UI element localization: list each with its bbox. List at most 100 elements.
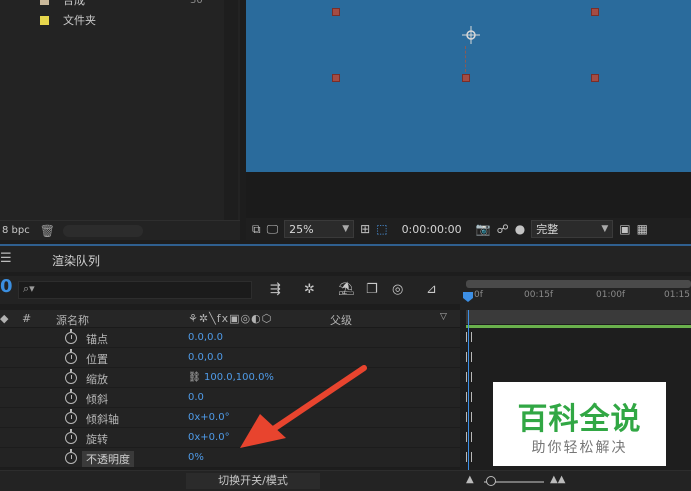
thumbnail-size-slider[interactable] xyxy=(62,224,143,237)
graph-editor-icon[interactable]: ⊿ xyxy=(426,282,437,297)
viewer-toolbar: ⧉ 🖵 25% ▼ ⊞ ⬚ 0:00:00:00 📷 ☍ ● 完整 ▼ ▣ ▦ xyxy=(246,218,691,240)
anchor-guide-line xyxy=(465,46,467,72)
project-panel: 合成 30 文件夹 8 bpc 🗑 xyxy=(0,0,240,240)
property-value[interactable]: 0% xyxy=(188,452,204,463)
watermark-logo: 百科全说 助你轻松解决 xyxy=(493,382,666,466)
folder-label-swatch xyxy=(40,15,49,25)
red-arrow-annotation xyxy=(240,365,367,448)
zoom-out-mountain-icon[interactable]: ▲ xyxy=(466,474,474,485)
chevron-down-icon: ▼ xyxy=(601,224,609,234)
stopwatch-icon[interactable] xyxy=(65,369,77,384)
composition-label-swatch xyxy=(40,0,49,5)
project-footer: 8 bpc 🗑 xyxy=(0,220,240,240)
property-row-anchor[interactable]: 锚点 0.0,0.0 xyxy=(0,328,460,348)
toggle-switches-modes-button[interactable]: 切换开关/模式 xyxy=(186,473,320,489)
property-name: 不透明度 xyxy=(82,451,134,467)
panel-menu-icon[interactable]: ☰ xyxy=(0,251,12,266)
viewer-timecode[interactable]: 0:00:00:00 xyxy=(402,223,462,236)
draft-3d-icon[interactable]: ✲ xyxy=(304,282,315,297)
column-parent[interactable]: 父级 xyxy=(330,312,352,328)
resolution-value: 完整 xyxy=(536,223,559,236)
cache-indicator-bar xyxy=(466,325,691,328)
snapshot-camera-icon[interactable]: 📷 xyxy=(476,222,491,236)
property-value[interactable]: 0.0,0.0 xyxy=(188,352,223,363)
column-source-name[interactable]: 源名称 xyxy=(56,312,89,328)
keyframe-marker xyxy=(466,372,472,382)
composition-flowchart-icon[interactable]: ⇶ xyxy=(270,282,281,297)
time-navigator-bar[interactable] xyxy=(466,280,691,288)
bounding-handle-bottom-left[interactable] xyxy=(332,74,340,82)
project-item-list: 合成 30 文件夹 xyxy=(0,0,222,220)
composition-canvas[interactable] xyxy=(246,0,691,172)
monitor-icon[interactable]: 🖵 xyxy=(267,222,279,237)
bounding-handle-bottom-center[interactable] xyxy=(462,74,470,82)
keyframe-marker xyxy=(466,432,472,442)
stopwatch-icon[interactable] xyxy=(65,429,77,444)
keyframe-marker xyxy=(466,452,472,462)
zoom-select[interactable]: 25% ▼ xyxy=(284,220,355,238)
column-hash[interactable]: # xyxy=(22,312,31,325)
transparency-grid-icon[interactable]: ▦ xyxy=(637,222,648,236)
watermark-subtitle: 助你轻松解决 xyxy=(531,440,628,456)
timeline-zoom-knob[interactable] xyxy=(486,476,496,486)
stopwatch-icon[interactable] xyxy=(65,389,77,404)
project-item-name: 合成 xyxy=(63,0,85,7)
current-time-display[interactable]: 0 xyxy=(0,276,13,297)
keyframe-marker xyxy=(466,352,472,362)
zoom-in-mountain-icon[interactable]: ▲▲ xyxy=(550,474,565,485)
keyframe-marker xyxy=(466,332,472,342)
anchor-point-icon[interactable] xyxy=(462,26,480,44)
constrain-proportions-link-icon[interactable]: ⛓ xyxy=(188,372,201,383)
watermark-title: 百科全说 xyxy=(517,402,642,437)
keyframe-marker xyxy=(466,392,472,402)
ruler-tick-label: 0f xyxy=(474,290,483,300)
composition-viewer: ⧉ 🖵 25% ▼ ⊞ ⬚ 0:00:00:00 📷 ☍ ● 完整 ▼ ▣ ▦ xyxy=(246,0,691,240)
grid-guides-icon[interactable]: ⊞ xyxy=(360,222,370,236)
work-area-bar[interactable] xyxy=(466,310,691,324)
property-name: 缩放 xyxy=(86,373,108,386)
property-value[interactable]: 0.0 xyxy=(188,392,204,403)
resolution-select[interactable]: 完整 ▼ xyxy=(531,220,614,238)
time-ruler[interactable]: 0f 00:15f 01:00f 01:15 xyxy=(460,276,691,310)
project-item-name: 文件夹 xyxy=(63,14,96,27)
color-channels-icon[interactable]: ● xyxy=(515,222,525,236)
bounding-handle-top-right[interactable] xyxy=(591,8,599,16)
tab-render-queue[interactable]: 渲染队列 xyxy=(52,252,100,269)
project-item-folder[interactable]: 文件夹 xyxy=(0,11,222,29)
chevron-down-icon[interactable]: ▽ xyxy=(440,312,447,322)
project-item-composition[interactable]: 合成 30 xyxy=(0,0,222,9)
project-scrollbar[interactable] xyxy=(224,0,238,220)
layer-search-input[interactable]: ⌕▾ xyxy=(18,281,252,299)
property-value[interactable]: 0.0,0.0 xyxy=(188,332,223,343)
project-item-count: 30 xyxy=(190,0,203,6)
ruler-tick-label: 01:15 xyxy=(664,290,690,300)
timeline-search-row: 0 ⌕▾ ⇶ ✲ ⛱ ❐ ◎ ⊿ xyxy=(0,276,460,304)
search-icon: ⌕▾ xyxy=(23,282,35,295)
layer-column-header: ◆ # 源名称 ⚘✲╲fx▣◎◐⬡ 父级 ▽ xyxy=(0,310,460,328)
chevron-down-icon: ▼ xyxy=(342,224,350,234)
bounding-handle-top-left[interactable] xyxy=(332,8,340,16)
stopwatch-icon[interactable] xyxy=(65,449,77,464)
property-value[interactable]: 0x+0.0° xyxy=(188,412,230,423)
show-snapshot-icon[interactable]: ☍ xyxy=(497,222,509,236)
stopwatch-icon[interactable] xyxy=(65,329,77,344)
property-name: 旋转 xyxy=(86,433,108,446)
label-column-icon[interactable]: ◆ xyxy=(0,312,8,325)
property-value[interactable]: 0x+0.0° xyxy=(188,432,230,443)
property-name: 位置 xyxy=(86,353,108,366)
mask-visibility-icon[interactable]: ⬚ xyxy=(376,222,387,236)
stopwatch-icon[interactable] xyxy=(65,349,77,364)
region-of-interest-icon[interactable]: ▣ xyxy=(619,222,630,236)
trash-icon[interactable]: 🗑 xyxy=(40,224,55,238)
bit-depth-button[interactable]: 8 bpc xyxy=(2,225,30,236)
hide-shy-layers-icon[interactable]: ⛱ xyxy=(338,282,355,297)
playhead-line xyxy=(468,310,469,470)
switches-column-icons[interactable]: ⚘✲╲fx▣◎◐⬡ xyxy=(188,312,272,325)
timeline-tab-bar: ☰ 渲染队列 xyxy=(0,244,691,272)
motion-blur-icon[interactable]: ◎ xyxy=(392,282,403,297)
ruler-tick-label: 00:15f xyxy=(524,290,554,300)
stopwatch-icon[interactable] xyxy=(65,409,77,424)
bounding-handle-bottom-right[interactable] xyxy=(591,74,599,82)
frame-blending-icon[interactable]: ❐ xyxy=(366,282,378,297)
always-preview-icon[interactable]: ⧉ xyxy=(252,222,261,237)
